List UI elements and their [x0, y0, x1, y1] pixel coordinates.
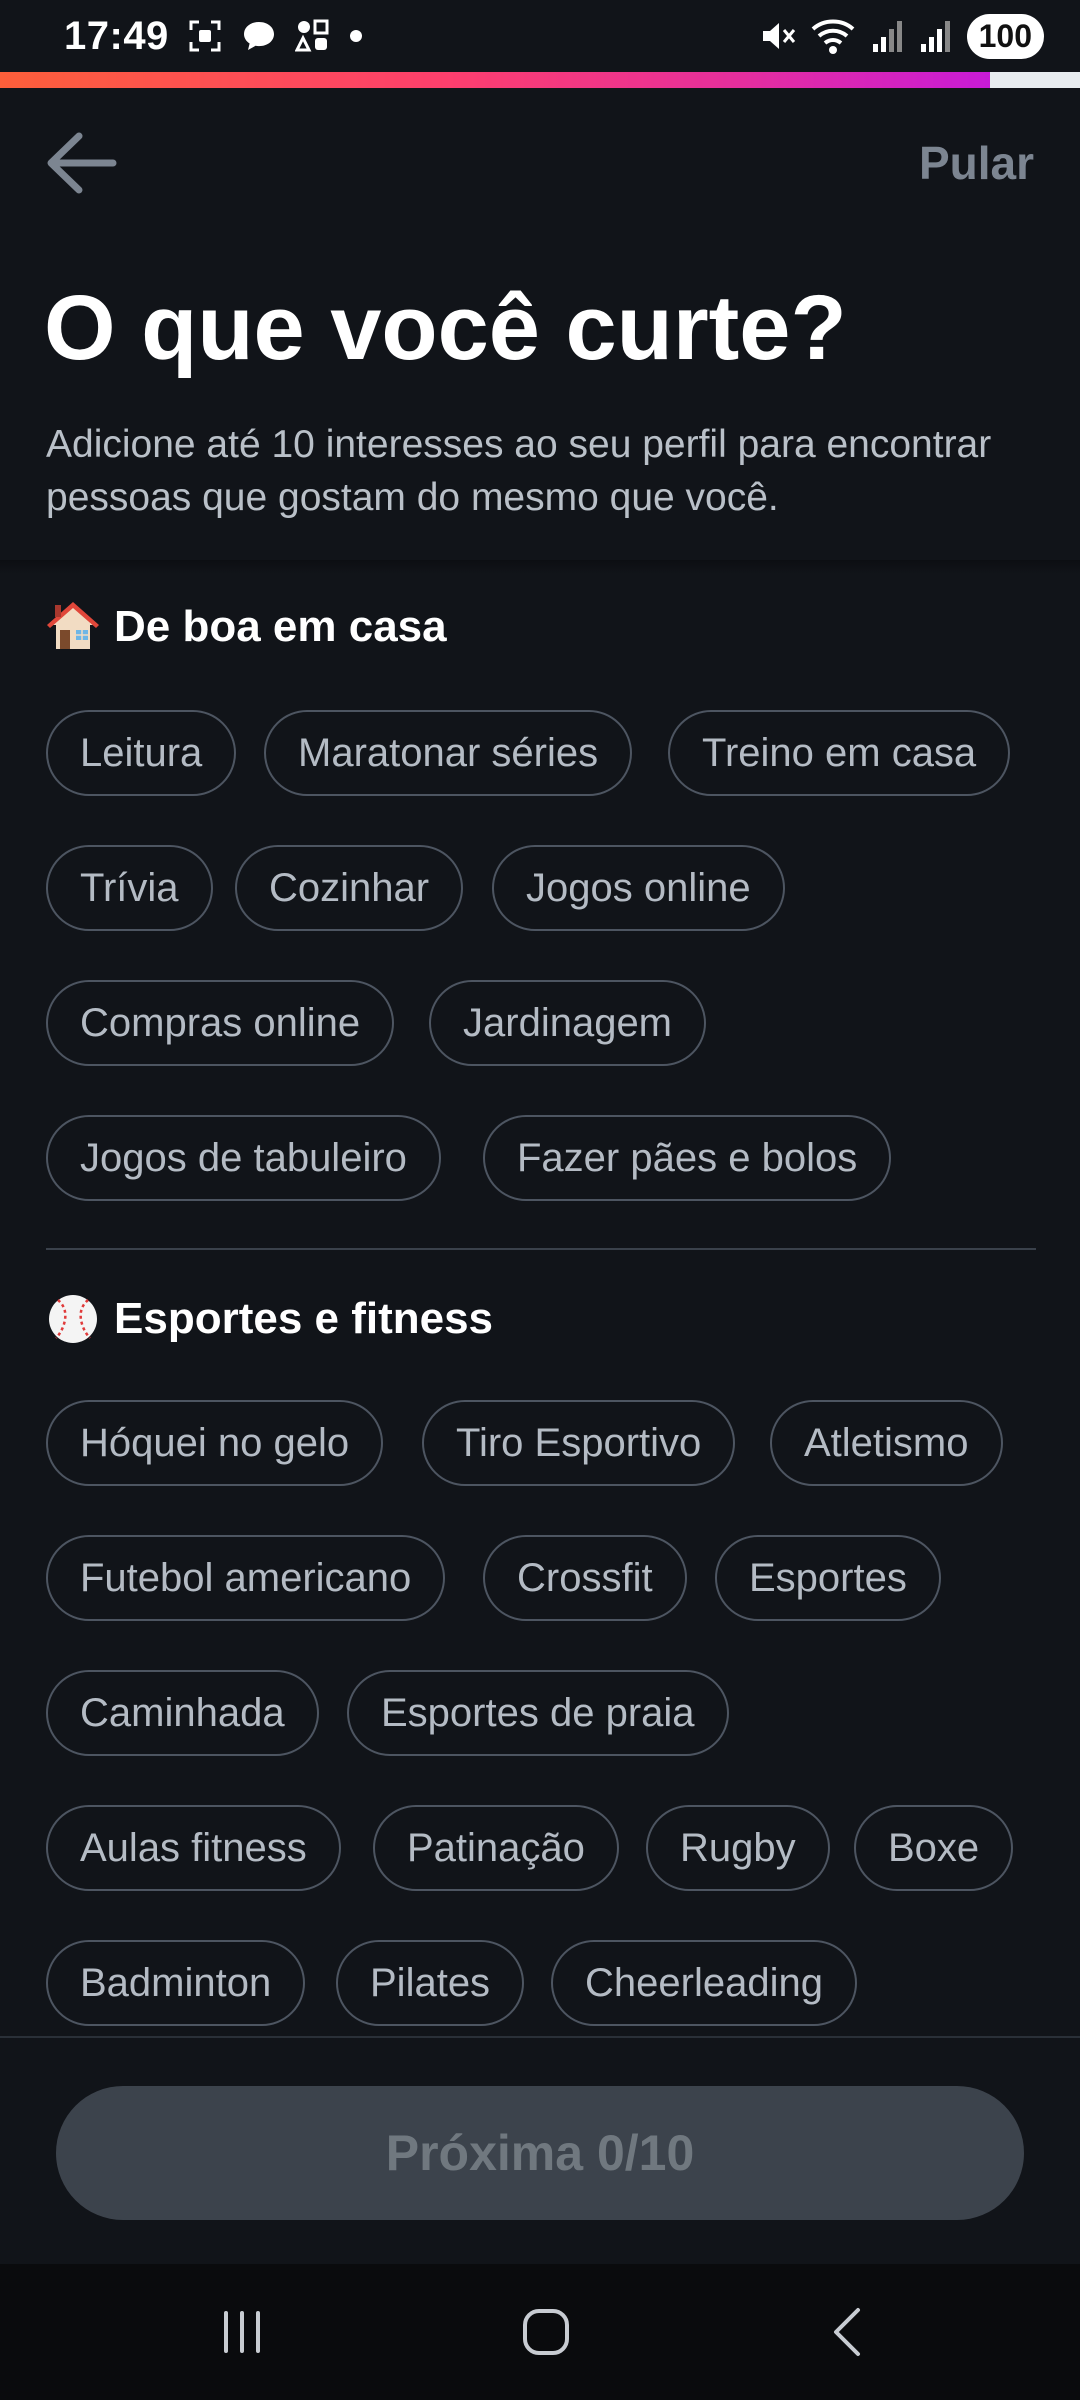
signal-1-icon	[871, 18, 905, 54]
interest-chip[interactable]: Compras online	[46, 980, 395, 1066]
section-divider	[46, 1248, 1036, 1250]
screenshot-icon	[187, 18, 223, 54]
section-title-label: De boa em casa	[114, 602, 447, 651]
signal-2-icon	[919, 18, 953, 54]
interest-chip[interactable]: Futebol americano	[46, 1535, 446, 1621]
interest-chip[interactable]: Treino em casa	[668, 710, 1011, 796]
interest-chip[interactable]: Jogos online	[492, 845, 785, 931]
section-title-label: Esportes e fitness	[114, 1294, 494, 1343]
interest-chip[interactable]: Badminton	[46, 1940, 306, 2026]
home-button[interactable]	[506, 2298, 586, 2366]
interest-chip[interactable]: Fazer pães e bolos	[483, 1115, 892, 1201]
page-subtitle: Adicione até 10 interesses ao seu perfil…	[46, 423, 992, 519]
interest-chip[interactable]: Cheerleading	[551, 1940, 857, 2026]
skip-button[interactable]: Pular	[919, 136, 1034, 190]
next-button[interactable]: Próxima 0/10	[56, 2086, 1024, 2220]
interest-chip[interactable]: Jogos de tabuleiro	[46, 1115, 441, 1201]
page-title: O que você curte?	[44, 277, 847, 379]
back-nav-icon	[834, 2308, 860, 2356]
interest-chip[interactable]: Boxe	[854, 1805, 1014, 1891]
chat-bubble-icon	[241, 18, 277, 54]
status-right: 100	[759, 13, 1044, 59]
interest-chip[interactable]: Tiro Esportivo	[422, 1400, 736, 1486]
status-bar: 17:49 100	[0, 0, 1080, 72]
battery-indicator: 100	[966, 13, 1044, 59]
interest-chip[interactable]: Aulas fitness	[46, 1805, 341, 1891]
onboarding-progress-bar	[0, 72, 1080, 88]
interest-chip[interactable]: Caminhada	[46, 1670, 319, 1756]
shape-share-icon	[294, 18, 331, 54]
interest-chip[interactable]: Jardinagem	[429, 980, 707, 1066]
interest-chip[interactable]: Crossfit	[483, 1535, 687, 1621]
baseball-icon	[46, 1292, 100, 1346]
recents-button[interactable]	[202, 2298, 282, 2366]
interest-chip[interactable]: Patinação	[373, 1805, 619, 1891]
section-title-sports: Esportes e fitness	[46, 1292, 493, 1346]
interest-chip[interactable]: Maratonar séries	[264, 710, 633, 796]
mute-icon	[759, 17, 797, 55]
house-icon	[46, 600, 100, 654]
status-left: 17:49	[64, 14, 363, 59]
interest-chip[interactable]: Rugby	[646, 1805, 830, 1891]
screen: 17:49 100 Pular O que você curte? Adicio…	[0, 0, 1080, 2400]
interest-chip[interactable]: Esportes	[715, 1535, 941, 1621]
footer: Próxima 0/10	[0, 2036, 1080, 2266]
system-back-button[interactable]	[808, 2298, 888, 2366]
home-icon	[523, 2309, 569, 2355]
wifi-icon	[811, 17, 857, 55]
recents-icon	[224, 2311, 260, 2353]
interest-chip[interactable]: Esportes de praia	[347, 1670, 729, 1756]
progress-fill	[0, 72, 991, 88]
interest-chip[interactable]: Trívia	[46, 845, 213, 931]
interest-chip[interactable]: Leitura	[46, 710, 237, 796]
interest-chip[interactable]: Hóquei no gelo	[46, 1400, 384, 1486]
interest-chip[interactable]: Atletismo	[770, 1400, 1003, 1486]
system-navigation-bar	[0, 2264, 1080, 2400]
interest-chip[interactable]: Cozinhar	[235, 845, 464, 931]
status-time: 17:49	[64, 13, 169, 58]
header-divider-shadow	[0, 560, 1080, 574]
interest-chip[interactable]: Pilates	[336, 1940, 525, 2026]
back-button[interactable]	[38, 120, 124, 206]
dot-icon	[349, 29, 363, 43]
section-title-home: De boa em casa	[46, 600, 447, 654]
arrow-left-icon	[47, 132, 117, 194]
